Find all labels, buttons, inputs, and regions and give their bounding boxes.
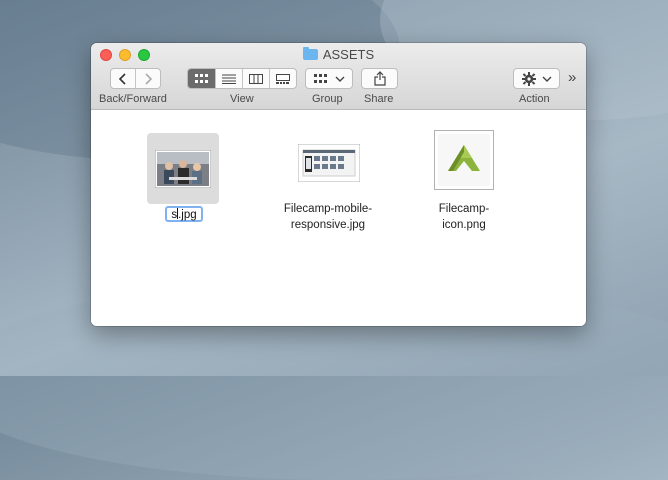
file-thumbnail (434, 130, 494, 190)
toolbar-overflow-button[interactable]: » (568, 69, 576, 86)
file-grid: s.jpg Filecamp-mobile- responsive.jpg Fi… (91, 110, 586, 326)
mobile-screens-thumbnail (298, 144, 360, 182)
group-label: Group (312, 93, 343, 105)
icon-view-icon (194, 73, 208, 83)
filename-rename-extension: .jpg (178, 209, 197, 221)
back-forward-control (110, 68, 161, 89)
file-name-line: icon.png (442, 219, 486, 231)
gear-icon (521, 71, 536, 86)
gallery-view-icon (276, 73, 290, 84)
chevron-down-icon (542, 76, 551, 82)
photo-thumbnail (155, 149, 211, 188)
chevron-down-icon (335, 76, 344, 82)
back-forward-label: Back/Forward (99, 93, 167, 105)
file-name: Filecamp- icon.png (414, 201, 514, 233)
window-title-text: ASSETS (322, 47, 375, 62)
folder-icon (302, 47, 318, 60)
view-icon-button[interactable] (188, 69, 216, 88)
view-label: View (230, 93, 254, 105)
file-thumbnail (295, 143, 363, 183)
chevron-left-icon (118, 72, 126, 85)
share-label: Share (364, 93, 394, 105)
file-name-line: Filecamp- (438, 203, 490, 215)
back-button[interactable] (111, 69, 136, 88)
filename-rename-field[interactable]: s.jpg (165, 206, 203, 222)
toolbar: ASSETS Back/Forward View Group Share Act… (91, 43, 586, 110)
forward-button[interactable] (136, 69, 160, 88)
action-button[interactable] (513, 68, 560, 89)
view-control (187, 68, 297, 89)
view-gallery-button[interactable] (270, 69, 296, 88)
share-button[interactable] (361, 68, 398, 89)
view-list-button[interactable] (216, 69, 243, 88)
share-icon (373, 71, 386, 86)
filecamp-logo-thumbnail (434, 130, 494, 190)
list-view-icon (222, 74, 236, 84)
view-columns-button[interactable] (243, 69, 270, 88)
action-label: Action (519, 93, 550, 105)
file-name-line: responsive.jpg (290, 219, 366, 231)
column-view-icon (249, 73, 263, 84)
group-icon (313, 73, 327, 83)
file-name: Filecamp-mobile- responsive.jpg (263, 201, 393, 233)
finder-window: ASSETS Back/Forward View Group Share Act… (91, 43, 586, 326)
group-button[interactable] (305, 68, 353, 89)
file-name-line: Filecamp-mobile- (283, 203, 373, 215)
chevron-right-icon (145, 72, 153, 85)
window-title: ASSETS (91, 47, 586, 63)
file-thumbnail-selection (147, 133, 219, 204)
